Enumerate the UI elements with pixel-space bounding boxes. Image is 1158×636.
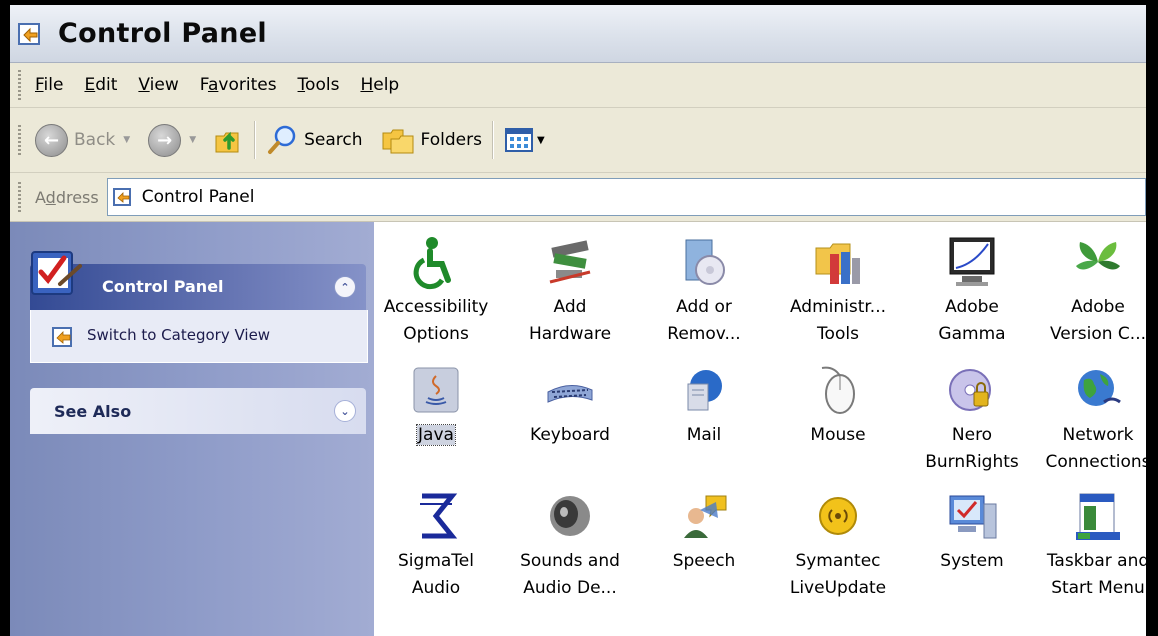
administrative-tools-icon <box>815 243 860 284</box>
adobe-gamma-icon <box>949 237 995 286</box>
window-title: Control Panel <box>58 18 267 49</box>
item-add-hardware[interactable]: Add Hardware <box>508 234 632 348</box>
item-administrative-tools[interactable]: Administr... Tools <box>776 234 900 348</box>
search-icon <box>268 125 296 154</box>
search-button[interactable]: Search <box>266 124 363 156</box>
java-icon <box>413 367 459 413</box>
control-panel-items: Accessibility Options Add Hardware Add or R… <box>374 222 1151 636</box>
folders-label: Folders <box>420 130 482 150</box>
menu-favorites[interactable]: Favorites <box>200 75 277 95</box>
item-adobe-gamma[interactable]: Adobe Gamma <box>910 234 1034 348</box>
address-grip[interactable] <box>18 182 21 212</box>
views-button[interactable]: ▼ <box>504 127 545 153</box>
taskbar-start-menu-icon <box>1076 493 1120 540</box>
control-panel-section-title: Control Panel <box>102 277 224 296</box>
forward-button[interactable]: → ▼ <box>148 123 196 157</box>
toolbar: ← Back ▼ → ▼ Search Folders ▼ <box>10 108 1146 173</box>
menu-tools[interactable]: Tools <box>298 75 340 95</box>
item-sounds-audio-devices[interactable]: Sounds and Audio De... <box>508 488 632 602</box>
views-dropdown-arrow-icon[interactable]: ▼ <box>537 135 545 146</box>
back-dropdown-arrow-icon[interactable]: ▼ <box>123 135 130 145</box>
item-network-connections[interactable]: Network Connections <box>1036 362 1158 476</box>
address-bar: Address Control Panel <box>10 173 1146 222</box>
address-value: Control Panel <box>141 187 255 207</box>
item-add-remove-programs[interactable]: Add or Remov... <box>642 234 766 348</box>
menu-file[interactable]: File <box>35 75 63 95</box>
item-speech[interactable]: Speech <box>642 488 766 575</box>
menu-help[interactable]: Help <box>360 75 399 95</box>
item-taskbar-start-menu[interactable]: Taskbar and Start Menu <box>1036 488 1158 602</box>
up-folder-button[interactable] <box>212 124 244 156</box>
add-remove-programs-icon <box>685 239 725 285</box>
accessibility-icon <box>413 237 451 290</box>
sounds-audio-icon <box>550 496 590 536</box>
item-adobe-version-cue[interactable]: Adobe Version C... <box>1036 234 1158 348</box>
add-hardware-icon <box>549 240 591 284</box>
symantec-liveupdate-icon <box>819 497 857 535</box>
mouse-icon <box>821 366 855 414</box>
address-input[interactable]: Control Panel <box>106 178 1146 216</box>
menu-bar: File Edit View Favorites Tools Help <box>10 63 1146 108</box>
control-panel-icon <box>112 188 131 206</box>
back-label: Back <box>74 130 116 150</box>
expand-chevron-icon[interactable]: ⌄ <box>334 400 356 422</box>
window-frame-left <box>0 0 10 636</box>
switch-to-category-view-link[interactable]: Switch to Category View <box>87 326 270 344</box>
collapse-chevron-icon[interactable]: ⌃ <box>334 276 356 298</box>
switch-view-icon <box>52 327 72 347</box>
forward-dropdown-arrow-icon[interactable]: ▼ <box>189 135 196 145</box>
menu-view[interactable]: View <box>138 75 178 95</box>
views-icon <box>504 128 533 152</box>
item-system[interactable]: System <box>910 488 1034 575</box>
adobe-version-cue-icon <box>1076 242 1120 270</box>
task-pane: Control Panel ⌃ Switch to Category View … <box>10 222 374 636</box>
forward-arrow-icon: → <box>148 123 182 157</box>
item-accessibility-options[interactable]: Accessibility Options <box>374 234 498 348</box>
address-label: Address <box>35 187 99 207</box>
item-nero-burnrights[interactable]: Nero BurnRights <box>910 362 1034 476</box>
item-mail[interactable]: Mail <box>642 362 766 449</box>
back-button[interactable]: ← Back ▼ <box>35 123 130 157</box>
speech-icon <box>684 495 727 538</box>
toolbar-separator <box>254 121 257 159</box>
menu-edit[interactable]: Edit <box>84 75 117 95</box>
title-bar: Control Panel <box>10 5 1146 63</box>
control-panel-section-body: Switch to Category View <box>30 310 368 363</box>
see-also-section-header[interactable]: See Also ⌄ <box>30 388 366 434</box>
menu-grip[interactable] <box>18 70 21 100</box>
item-symantec-liveupdate[interactable]: Symantec LiveUpdate <box>776 488 900 602</box>
item-keyboard[interactable]: Keyboard <box>508 362 632 449</box>
item-sigmatel-audio[interactable]: SigmaTel Audio <box>374 488 498 602</box>
see-also-title: See Also <box>54 402 132 421</box>
keyboard-icon <box>547 385 593 403</box>
sigmatel-audio-icon <box>420 493 458 539</box>
item-mouse[interactable]: Mouse <box>776 362 900 449</box>
item-java[interactable]: Java <box>374 362 498 449</box>
toolbar-separator <box>491 121 494 159</box>
up-folder-icon <box>215 131 239 153</box>
toolbar-grip[interactable] <box>18 125 21 155</box>
control-panel-checklist-icon <box>31 251 82 295</box>
network-connections-icon <box>1078 370 1121 406</box>
nero-burnrights-icon <box>949 369 991 411</box>
control-panel-icon <box>18 22 40 45</box>
search-label: Search <box>304 130 363 150</box>
back-arrow-icon: ← <box>35 123 68 157</box>
mail-icon <box>687 370 722 411</box>
folders-button[interactable]: Folders <box>381 125 482 155</box>
folders-icon <box>382 129 414 154</box>
control-panel-section-header[interactable]: Control Panel ⌃ <box>30 251 366 310</box>
system-icon <box>949 495 997 539</box>
